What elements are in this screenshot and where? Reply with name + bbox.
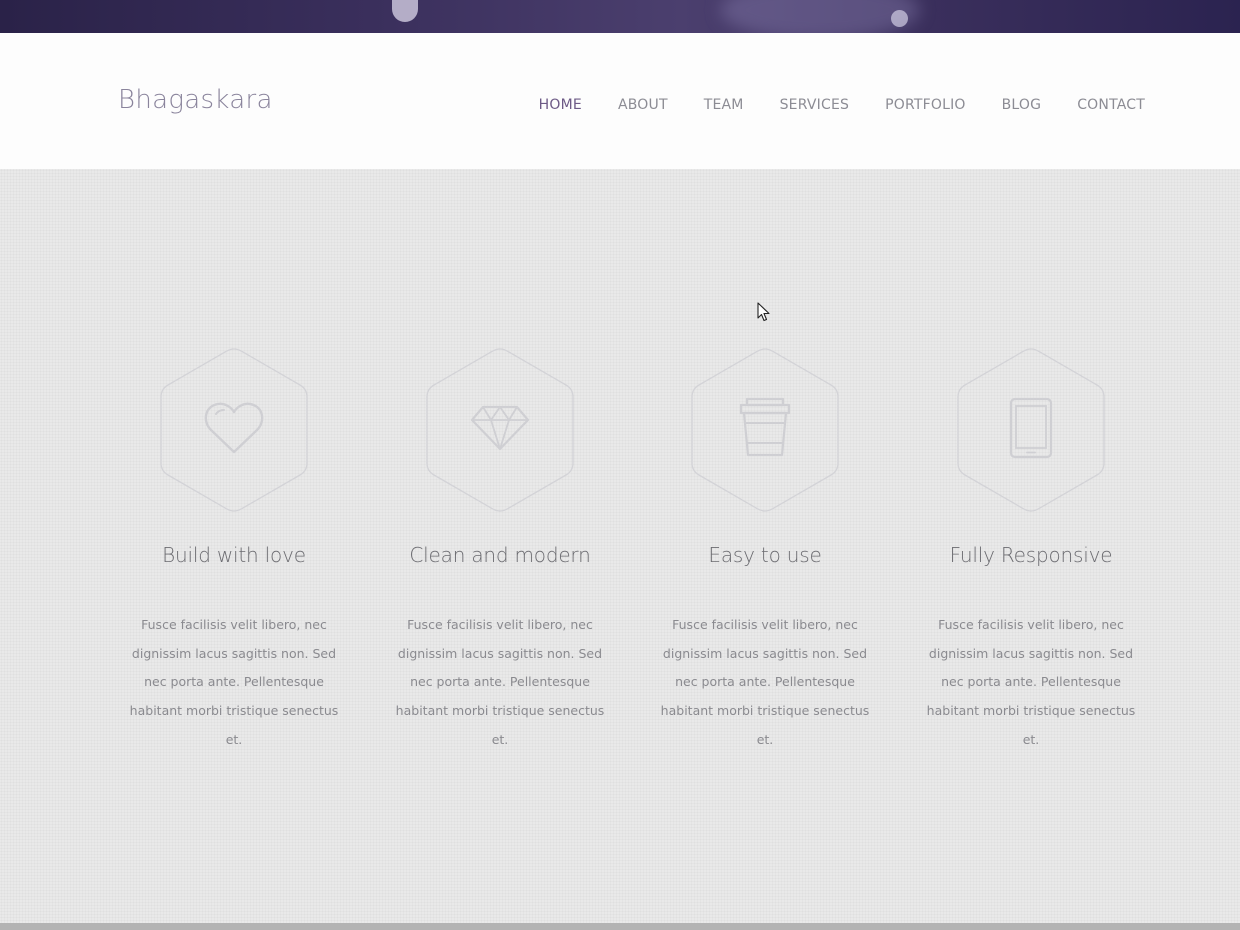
site-header: Bhagaskara HOME ABOUT TEAM SERVICES PORT… <box>0 33 1240 169</box>
diamond-icon <box>469 404 531 456</box>
next-section-edge <box>0 923 1240 930</box>
tablet-icon <box>1008 397 1054 463</box>
feature-title: Fully Responsive <box>949 543 1113 567</box>
feature-description: Fusce facilisis velit libero, nec dignis… <box>129 617 339 747</box>
feature-title: Build with love <box>162 543 306 567</box>
bokeh-light <box>392 0 418 22</box>
nav-item-blog[interactable]: BLOG <box>1002 97 1042 113</box>
feature-card: Fully Responsive Fusce facilisis velit l… <box>911 347 1151 755</box>
site-logo[interactable]: Bhagaskara <box>118 85 273 115</box>
nav-item-portfolio[interactable]: PORTFOLIO <box>885 97 966 113</box>
feature-title: Easy to use <box>708 543 822 567</box>
hexagon-frame <box>424 347 576 513</box>
hexagon-frame <box>955 347 1107 513</box>
feature-card: Clean and modern Fusce facilisis velit l… <box>380 347 620 755</box>
heart-icon <box>203 400 265 460</box>
feature-description: Fusce facilisis velit libero, nec dignis… <box>395 617 605 747</box>
coffee-cup-icon <box>738 397 792 463</box>
hero-banner-strip <box>0 0 1240 33</box>
nav-item-contact[interactable]: CONTACT <box>1077 97 1145 113</box>
feature-title: Clean and modern <box>409 543 591 567</box>
nav-item-home[interactable]: HOME <box>539 97 582 113</box>
feature-description: Fusce facilisis velit libero, nec dignis… <box>926 617 1136 747</box>
bokeh-glow <box>720 0 920 33</box>
feature-card: Easy to use Fusce facilisis velit libero… <box>645 347 885 755</box>
nav-item-about[interactable]: ABOUT <box>618 97 668 113</box>
mouse-cursor-icon <box>757 302 771 326</box>
main-nav: HOME ABOUT TEAM SERVICES PORTFOLIO BLOG … <box>503 97 1145 113</box>
nav-item-services[interactable]: SERVICES <box>780 97 850 113</box>
hexagon-frame <box>158 347 310 513</box>
feature-description: Fusce facilisis velit libero, nec dignis… <box>660 617 870 747</box>
features-section: Build with love Fusce facilisis velit li… <box>0 169 1240 923</box>
hexagon-frame <box>689 347 841 513</box>
bokeh-light <box>891 10 908 27</box>
nav-item-team[interactable]: TEAM <box>704 97 744 113</box>
feature-card: Build with love Fusce facilisis velit li… <box>114 347 354 755</box>
